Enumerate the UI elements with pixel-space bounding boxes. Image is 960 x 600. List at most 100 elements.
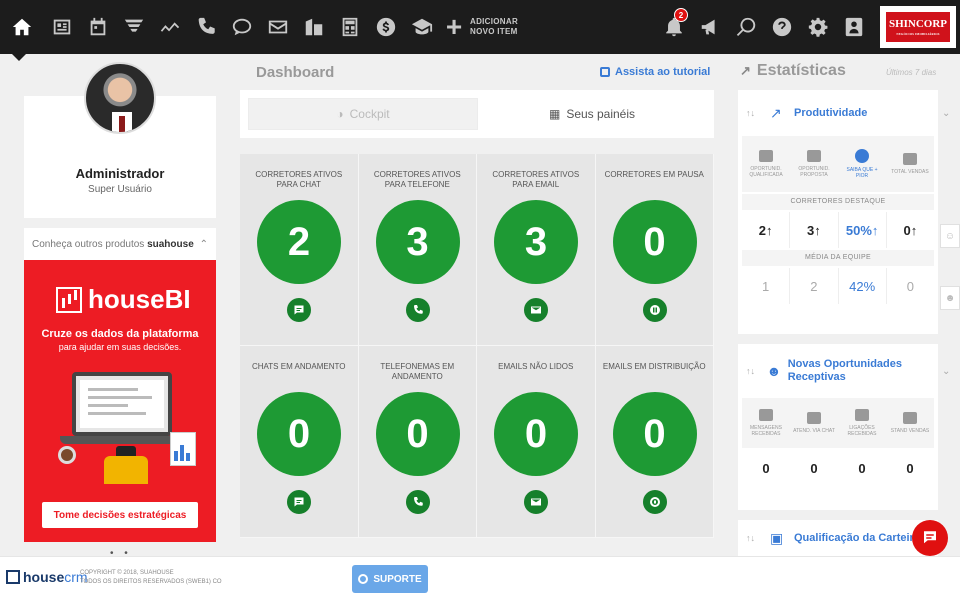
- widget-label: Chats em andamento: [252, 362, 346, 371]
- chat-icon: [807, 412, 821, 424]
- user-panel-tab[interactable]: ☺: [940, 224, 960, 248]
- email-icon[interactable]: [260, 0, 296, 54]
- contacts-icon[interactable]: [44, 0, 80, 54]
- team-panel-tab[interactable]: ☻: [940, 286, 960, 310]
- avatar-tie: [119, 116, 125, 132]
- avatar[interactable]: [84, 62, 156, 134]
- promo-cta-button[interactable]: Tome decisões estratégicas: [42, 502, 198, 528]
- user-account-icon[interactable]: [836, 0, 872, 54]
- gear-icon[interactable]: [800, 0, 836, 54]
- avg-value: 0: [906, 278, 914, 294]
- money-icon[interactable]: [368, 0, 404, 54]
- users-icon: ☻: [766, 363, 782, 379]
- laptop-screen: [80, 380, 164, 428]
- widget-emails-distribuicao[interactable]: Emails em distribuição 0: [595, 346, 714, 538]
- house-icon: [6, 570, 20, 584]
- top-navbar: + ADICIONAR NOVO ITEM 2 SHINCORP NEGÓCIO…: [0, 0, 960, 61]
- phone-icon[interactable]: [188, 0, 224, 54]
- metric-stand[interactable]: Stand vendas: [886, 398, 934, 448]
- page-title: Dashboard: [256, 64, 335, 81]
- megaphone-icon[interactable]: [692, 0, 728, 54]
- graduation-cap-icon[interactable]: [404, 0, 440, 54]
- section-team-average: Média da equipe: [742, 250, 934, 266]
- widget-corretores-email[interactable]: Corretores ativos para email 3: [477, 154, 596, 346]
- widget-telefonemas-andamento[interactable]: Telefonemas em andamento 0: [358, 346, 477, 538]
- productivity-card-header[interactable]: ↑↓ ↗ Produtividade: [738, 90, 938, 136]
- widget-corretores-telefone[interactable]: Corretores ativos para telefone 3: [358, 154, 477, 346]
- team-average-values: 1 2 42% 0: [742, 268, 934, 304]
- widget-corretores-chat[interactable]: Corretores ativos para chat 2: [240, 154, 359, 346]
- receptive-value: 0: [810, 460, 818, 476]
- sort-icon[interactable]: ↑↓: [746, 366, 767, 376]
- notification-badge: 2: [674, 8, 688, 22]
- widget-corretores-pausa[interactable]: Corretores em pausa 0: [595, 154, 714, 346]
- bell-icon[interactable]: 2: [656, 0, 692, 54]
- email-icon: [522, 296, 550, 324]
- calculator-icon[interactable]: [332, 0, 368, 54]
- document-icon: [759, 150, 773, 162]
- portfolio-title: Qualificação da Carteira: [794, 531, 920, 544]
- help-icon[interactable]: [764, 0, 800, 54]
- metric-total-sales[interactable]: Total vendas: [886, 136, 934, 192]
- metric-label: Stand vendas: [890, 428, 930, 434]
- sort-icon[interactable]: ↑↓: [746, 533, 770, 543]
- receptive-title: Novas Oportunidades Receptivas: [787, 358, 902, 383]
- promo-header[interactable]: Conheça outros produtos suahouse ⌃: [24, 228, 216, 260]
- chat-icon: [285, 296, 313, 324]
- chat-support-button[interactable]: [912, 520, 948, 556]
- tutorial-link[interactable]: Assista ao tutorial: [600, 66, 710, 78]
- widget-label: Corretores em pausa: [604, 170, 704, 179]
- housecrm-logo[interactable]: house crm: [6, 569, 88, 585]
- metric-proposal[interactable]: Oportunid. proposta: [790, 136, 838, 192]
- metric-messages[interactable]: Mensagens recebidas: [742, 398, 790, 448]
- promo-header-label: Conheça outros produtos: [32, 238, 145, 250]
- widget-label: Emails não lidos: [498, 362, 574, 371]
- receptive-card-header[interactable]: ↑↓ ☻ Novas Oportunidades Receptivas: [738, 344, 938, 398]
- portfolio-card-header[interactable]: ↑↓ ▣ Qualificação da Carteira: [738, 520, 938, 556]
- widget-emails-nao-lidos[interactable]: Emails não lidos 0: [477, 346, 596, 538]
- profile-role: Super Usuário: [88, 184, 152, 195]
- metric-label: Saiba que + pior: [846, 167, 878, 179]
- top-value: 50%↑: [839, 212, 887, 248]
- phone-icon: [855, 409, 869, 421]
- funnel-icon[interactable]: [116, 0, 152, 54]
- stats-title: ↗ Estatísticas: [740, 62, 846, 80]
- metric-calls[interactable]: Ligações recebidas: [838, 398, 886, 448]
- trend-icon[interactable]: [152, 0, 188, 54]
- team-icon: ☻: [944, 292, 956, 304]
- promo-header-brand: suahouse: [147, 238, 194, 250]
- home-icon[interactable]: [0, 0, 44, 54]
- chevron-down-icon[interactable]: ⌄: [942, 366, 950, 377]
- sort-icon[interactable]: ↑↓: [746, 108, 770, 118]
- metric-chat[interactable]: Atend. via chat: [790, 398, 838, 448]
- brand-logo[interactable]: SHINCORP NEGÓCIOS IMOBILIÁRIOS: [880, 6, 956, 48]
- metric-label: Mensagens recebidas: [750, 425, 782, 437]
- chat-bubble-icon[interactable]: [224, 0, 260, 54]
- support-button[interactable]: SUPORTE: [352, 565, 428, 593]
- top-value: 2↑: [742, 212, 791, 248]
- phone-icon: [403, 296, 432, 324]
- tab-seus-paineis[interactable]: ▦ Seus painéis: [478, 98, 706, 130]
- widget-value: 0: [612, 200, 697, 284]
- housebi-promo-banner[interactable]: houseBI Cruze os dados da plataforma par…: [24, 260, 216, 542]
- tab-cockpit-label: Cockpit: [349, 107, 390, 121]
- buildings-icon[interactable]: [296, 0, 332, 54]
- email-icon: [522, 488, 550, 516]
- active-caret: [12, 54, 26, 61]
- receptive-value: 0: [858, 460, 866, 476]
- tab-cockpit[interactable]: ◑ Cockpit: [248, 98, 478, 130]
- search-icon[interactable]: [728, 0, 764, 54]
- envelope-icon: [759, 409, 773, 421]
- productivity-title: Produtividade: [794, 106, 868, 119]
- add-new-item-button[interactable]: + ADICIONAR NOVO ITEM: [442, 13, 518, 41]
- metric-qualified[interactable]: Oportunid. qualificada: [742, 136, 790, 192]
- top-brokers-values: 2↑ 3↑ 50%↑ 0↑: [742, 212, 934, 248]
- widget-chats-andamento[interactable]: Chats em andamento 0: [240, 346, 359, 538]
- chevron-down-icon[interactable]: ⌄: [942, 108, 950, 119]
- top-value: 0↑: [903, 222, 918, 238]
- metric-highlight[interactable]: Saiba que + pior: [838, 136, 886, 192]
- calendar-icon[interactable]: [80, 0, 116, 54]
- metric-label: Oportunid. qualificada: [749, 166, 783, 178]
- widget-label: Corretores ativos para email: [492, 170, 580, 189]
- chevron-up-icon[interactable]: ⌃: [200, 239, 208, 250]
